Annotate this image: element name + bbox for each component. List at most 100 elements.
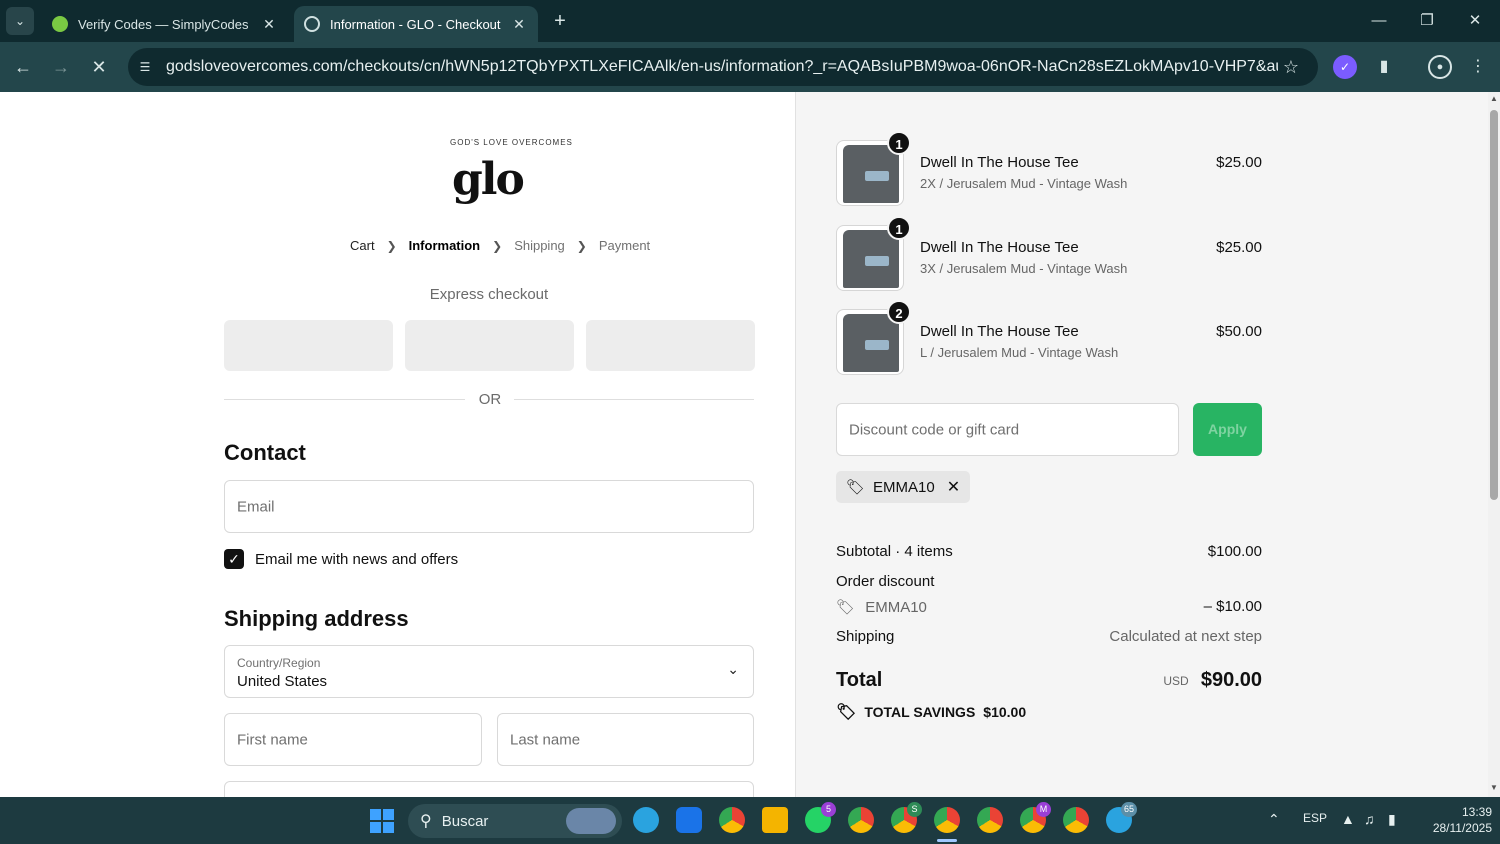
breadcrumb-shipping: Shipping: [514, 238, 565, 253]
subtotal-label: Subtotal · 4 items: [836, 543, 953, 560]
checkmark-icon[interactable]: ✓: [224, 549, 244, 569]
whatsapp-icon[interactable]: 5: [805, 802, 836, 833]
address-field[interactable]: [224, 781, 754, 797]
shipping-label: Shipping: [836, 628, 895, 645]
chrome-profile-badge: S: [907, 802, 922, 817]
last-name-field[interactable]: Last name: [497, 713, 754, 766]
extensions-puzzle-icon[interactable]: ▮: [1372, 55, 1396, 79]
back-arrow-icon[interactable]: ←: [10, 54, 36, 80]
breadcrumb: Cart ❯ Information ❯ Shipping ❯ Payment: [350, 238, 650, 253]
first-name-placeholder: First name: [237, 731, 308, 748]
scroll-up-arrow-icon[interactable]: ▲: [1488, 94, 1500, 106]
forward-arrow-icon[interactable]: →: [48, 54, 74, 80]
c-app-icon[interactable]: [676, 807, 702, 833]
tag-icon: 🏷: [846, 479, 866, 496]
browser-toolbar: ← → ✕ ☰ godsloveovercomes.com/checkouts/…: [0, 42, 1500, 92]
telegram-icon[interactable]: 65: [1106, 802, 1137, 833]
tshirt-image: [843, 230, 899, 288]
wifi-icon[interactable]: ▲: [1341, 811, 1355, 827]
or-divider-text: OR: [478, 391, 502, 408]
site-info-icon[interactable]: ☰: [136, 58, 154, 76]
system-clock[interactable]: 13:39 28/11/2025: [1412, 804, 1492, 836]
simplycodes-favicon-icon: [52, 16, 68, 32]
total-row: Total USD $90.00: [836, 669, 1262, 692]
volume-icon[interactable]: ♫: [1364, 811, 1375, 827]
taskbar-search[interactable]: ⚲ Buscar: [408, 804, 622, 838]
item-name: Dwell In The House Tee: [920, 239, 1079, 256]
tab-search-chevron-icon[interactable]: ⌄: [6, 7, 34, 35]
tab-verify-codes[interactable]: Verify Codes — SimplyCodes ✕: [42, 6, 288, 42]
express-pay-button-2[interactable]: [405, 320, 574, 371]
chrome-icon[interactable]: [719, 807, 745, 833]
windows-start-icon[interactable]: [370, 809, 394, 833]
shipping-address-heading: Shipping address: [224, 606, 409, 631]
newsletter-checkbox-row[interactable]: ✓ Email me with news and offers: [224, 549, 458, 569]
close-tab-icon[interactable]: ✕: [510, 16, 528, 33]
newsletter-label: Email me with news and offers: [255, 550, 459, 568]
discount-code: EMMA10: [865, 599, 927, 616]
discount-code-row: 🏷 EMMA10 – $10.00: [836, 598, 1262, 616]
discount-code-input[interactable]: Discount code or gift card: [836, 403, 1179, 456]
country-select[interactable]: Country/Region United States ⌄: [224, 645, 754, 698]
express-pay-button-3[interactable]: [586, 320, 755, 371]
chrome-profile-icon[interactable]: [934, 807, 960, 833]
first-name-field[interactable]: First name: [224, 713, 482, 766]
breadcrumb-information: Information: [408, 238, 481, 253]
email-field[interactable]: Email: [224, 480, 754, 533]
express-pay-button-1[interactable]: [224, 320, 393, 371]
discount-placeholder: Discount code or gift card: [849, 421, 1020, 438]
tag-icon: 🏷: [836, 704, 857, 721]
extension-simplycodes-icon[interactable]: ✓: [1333, 55, 1357, 79]
apply-discount-button[interactable]: Apply: [1193, 403, 1262, 456]
tshirt-image: [843, 314, 899, 372]
savings-label: TOTAL SAVINGS: [864, 704, 976, 720]
file-explorer-icon[interactable]: [762, 807, 788, 833]
logo-arc-text: GOD'S LOVE OVERCOMES: [450, 138, 573, 147]
profile-avatar-icon[interactable]: ●: [1428, 55, 1452, 79]
chrome-profile-icon[interactable]: [848, 807, 874, 833]
telegram-desktop-icon[interactable]: [633, 807, 659, 833]
line-item: 2 Dwell In The House Tee L / Jerusalem M…: [836, 300, 1262, 375]
country-label: Country/Region: [237, 656, 321, 670]
chevron-down-icon: ⌄: [727, 661, 739, 677]
chrome-profile-icon[interactable]: [1063, 807, 1089, 833]
order-discount-label: Order discount: [836, 573, 935, 590]
restore-icon[interactable]: ❐: [1412, 8, 1442, 34]
total-savings-row: 🏷 TOTAL SAVINGS $10.00: [836, 702, 1026, 722]
tab-glo-checkout[interactable]: Information - GLO - Checkout ✕: [294, 6, 538, 42]
tag-icon: 🏷: [836, 599, 856, 616]
clock-time: 13:39: [1461, 805, 1492, 819]
stop-loading-icon[interactable]: ✕: [86, 54, 112, 80]
item-price: $25.00: [1216, 154, 1262, 171]
language-indicator[interactable]: ESP: [1303, 811, 1327, 825]
close-tab-icon[interactable]: ✕: [260, 16, 278, 33]
close-window-icon[interactable]: ✕: [1460, 8, 1490, 34]
chrome-profile-icon[interactable]: M: [1020, 802, 1051, 833]
new-tab-plus-icon[interactable]: +: [548, 8, 572, 34]
divider-left: [224, 399, 465, 400]
scroll-down-arrow-icon[interactable]: ▼: [1488, 783, 1500, 795]
scroll-thumb[interactable]: [1490, 110, 1498, 500]
savings-value: $10.00: [983, 704, 1027, 720]
bookmark-star-icon[interactable]: ☆: [1278, 57, 1304, 78]
discount-value: – $10.00: [1203, 598, 1262, 615]
minimize-icon[interactable]: —: [1364, 8, 1394, 34]
breadcrumb-cart[interactable]: Cart: [350, 238, 375, 253]
chrome-profile-icon[interactable]: [977, 807, 1003, 833]
tray-chevron-up-icon[interactable]: ⌃: [1268, 811, 1280, 828]
total-value: $90.00: [1200, 669, 1262, 691]
page-scrollbar[interactable]: ▲ ▼: [1488, 92, 1500, 797]
battery-icon[interactable]: ▮: [1388, 811, 1396, 828]
remove-discount-close-icon[interactable]: ✕: [947, 477, 960, 497]
chrome-profile-icon[interactable]: S: [891, 802, 922, 833]
url-text[interactable]: godsloveovercomes.com/checkouts/cn/hWN5p…: [166, 58, 1278, 76]
item-price: $50.00: [1216, 323, 1262, 340]
chrome-profile-badge: M: [1036, 802, 1051, 817]
quantity-badge: 1: [887, 216, 911, 240]
whatsapp-badge: 5: [821, 802, 836, 817]
address-bar[interactable]: ☰ godsloveovercomes.com/checkouts/cn/hWN…: [128, 48, 1318, 86]
clock-date: 28/11/2025: [1432, 821, 1492, 835]
more-menu-icon[interactable]: ⋮: [1466, 55, 1490, 79]
checkout-page: GOD'S LOVE OVERCOMES glo Cart ❯ Informat…: [0, 92, 1488, 797]
order-discount-row: Order discount: [836, 573, 1262, 590]
